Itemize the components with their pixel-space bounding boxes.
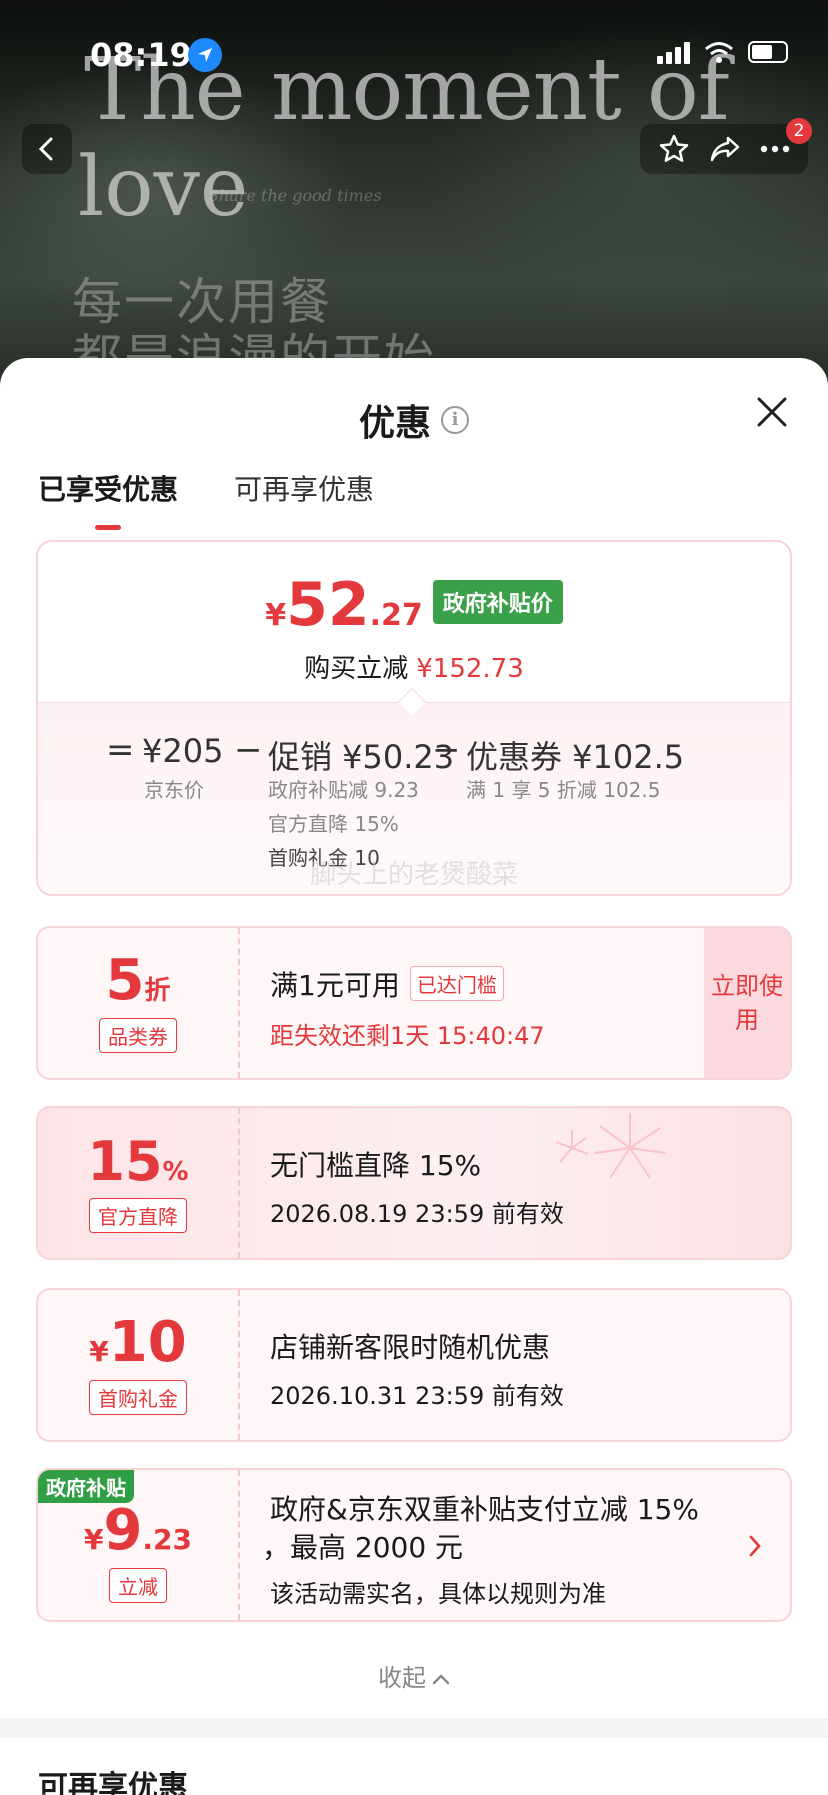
coupon-value-section: ¥10 首购礼金 [38,1290,240,1440]
discount-sheet: 优惠 i 已享受优惠 可再享优惠 ¥52.27 政府补贴价 购买立减 ¥152.73 … [0,358,828,1795]
coupon-type-tag: 官方直降 [89,1198,187,1233]
tab-underline [95,525,121,530]
coupon-info: 无门槛直降 15% 2026.08.19 23:59 前有效 [240,1108,790,1258]
back-button[interactable] [22,124,72,174]
info-icon[interactable]: i [441,406,469,434]
coupon-desc: 满 1 享 5 折减 102.5 [466,778,661,802]
collapse-label: 收起 [378,1664,426,1692]
coupon-type-tag: 首购礼金 [89,1380,187,1415]
promo-line: 官方直降 15% [268,812,399,836]
coupon-value-main: 10 [108,1310,187,1375]
tab-label: 已享受优惠 [38,473,179,506]
coupon-value: ¥9.23 [38,1498,238,1563]
coupon-value-prefix: ¥ [89,1335,109,1368]
tab-label: 可再享优惠 [234,473,375,506]
gov-subsidy-price-tag: 政府补贴价 [432,580,563,624]
section-divider [0,1718,828,1738]
coupon-countdown: 距失效还剩1天 15:40:47 [270,1022,545,1050]
equals-sign: = [106,730,135,770]
coupon-condition-text-cont: ，最高 2000 元 [262,1531,464,1564]
price-integer: 52 [286,570,370,640]
more-icon[interactable] [760,145,790,153]
promo-total: 促销 ¥50.23 [268,738,455,776]
chevron-right-icon[interactable] [748,1534,762,1558]
coupon-info: 政府&京东双重补贴支付立减 15% ，最高 2000 元 该活动需实名，具体以规… [240,1470,790,1620]
signal-icon [657,40,690,64]
wifi-icon [705,42,733,63]
close-icon[interactable] [754,394,790,430]
coupon-value-suffix: .23 [142,1523,193,1556]
coupon-info: 满1元可用已达门槛 距失效还剩1天 15:40:47 已领 立即使用 [240,928,790,1078]
coupon-value-main: 9 [103,1498,143,1563]
chevron-up-icon [432,1674,450,1685]
status-indicators [657,40,788,64]
sheet-header: 优惠 i [0,394,828,446]
coupon-condition-text: 无门槛直降 15% [270,1149,482,1182]
coupon-condition-text: 政府&京东双重补贴支付立减 15% [270,1493,699,1526]
coupon-value-suffix: % [162,1157,189,1187]
watermark-text: 脚头上的老煲酸菜 [309,860,518,890]
share-icon[interactable] [709,134,741,164]
promo-line: 政府补贴减 9.23 [268,778,419,802]
minus-sign: − [234,730,263,770]
discount-tabs: 已享受优惠 可再享优惠 [38,468,374,530]
jd-price: ¥205 [142,732,224,770]
message-count-badge: 2 [786,118,812,144]
coupon-type-tag: 品类券 [99,1018,177,1053]
battery-icon [748,41,788,63]
tab-more-available[interactable]: 可再享优惠 [234,468,374,530]
coupon-value-main: 5 [105,948,145,1013]
coupon-note: 该活动需实名，具体以规则为准 [270,1580,606,1608]
coupon-value: ¥10 [38,1310,238,1375]
coupon-value-suffix: 折 [144,976,171,1006]
coupon-info: 店铺新客限时随机优惠 2026.10.31 23:59 前有效 [240,1290,790,1440]
coupon-value: 15% [38,1130,238,1193]
star-icon[interactable] [658,133,690,165]
coupon-value-section: 政府补贴 ¥9.23 立减 [38,1470,240,1620]
price-summary-card: ¥52.27 政府补贴价 购买立减 ¥152.73 = ¥205 京东价 − 促销 … [36,540,792,896]
threshold-met-badge: 已达门槛 [409,966,504,1001]
coupon-validity: 2026.08.19 23:59 前有效 [270,1200,564,1228]
coupon-card-official-discount: 15% 官方直降 无门槛直降 15% 2026.08.19 23:59 前有效 [36,1106,792,1260]
save-amount: ¥152.73 [416,654,524,684]
coupon-type-tag: 立减 [109,1568,167,1603]
coupon-value-main: 15 [87,1130,163,1193]
collapse-button[interactable]: 收起 [0,1658,828,1693]
use-now-button[interactable]: 立即使用 [704,928,790,1078]
coupon-value-section: 5折 品类券 [38,928,240,1078]
coupon-value-prefix: ¥ [83,1523,104,1556]
firework-decoration-icon [555,1113,666,1179]
currency-symbol: ¥ [265,598,287,633]
more-discounts-section-title: 可再享优惠 [38,1770,188,1795]
instant-save-row: 购买立减 ¥152.73 [38,648,790,685]
coupon-card-category: 5折 品类券 满1元可用已达门槛 距失效还剩1天 15:40:47 已领 立即使… [36,926,792,1080]
coupon-condition-text: 店铺新客限时随机优惠 [270,1331,551,1364]
hero-script-text: Share the good times [208,186,382,205]
status-time: 08:19 [90,36,192,74]
coupon-total: 优惠券 ¥102.5 [466,738,685,776]
jd-price-label: 京东价 [144,778,204,802]
tab-enjoyed[interactable]: 已享受优惠 [38,468,178,530]
coupon-condition: 满1元可用 已达门槛 [270,964,504,1004]
coupon-card-first-purchase: ¥10 首购礼金 店铺新客限时随机优惠 2026.10.31 23:59 前有效 [36,1288,792,1442]
price-decimal: .27 [369,598,423,633]
nav-actions [640,124,808,174]
minus-sign: − [432,730,461,770]
sheet-title: 优惠 [358,403,431,444]
coupon-value: 5折 [38,948,238,1013]
back-icon [38,137,53,161]
location-arrow-icon [188,38,222,72]
save-label: 购买立减 [304,654,409,684]
final-price: ¥52.27 政府补贴价 [38,570,790,640]
coupon-validity: 2026.10.31 23:59 前有效 [270,1382,564,1410]
coupon-value-section: 15% 官方直降 [38,1108,240,1258]
coupon-condition-text: 满1元可用 [270,969,400,1002]
coupon-card-gov-subsidy[interactable]: 政府补贴 ¥9.23 立减 政府&京东双重补贴支付立减 15% ，最高 2000… [36,1468,792,1622]
